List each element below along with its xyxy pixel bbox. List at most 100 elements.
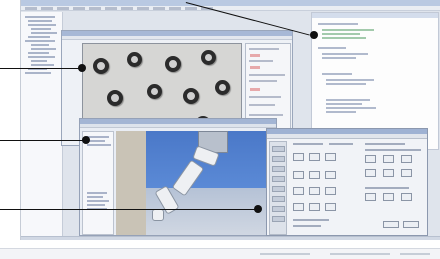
jog-button[interactable] — [325, 187, 336, 195]
code-line — [322, 57, 356, 59]
tree-item[interactable] — [31, 32, 57, 34]
tree-item[interactable] — [28, 20, 52, 22]
tree-item[interactable] — [87, 144, 111, 146]
menu-item[interactable] — [169, 7, 181, 10]
jog-button[interactable] — [365, 169, 376, 177]
jog-button[interactable] — [383, 169, 394, 177]
teach-label — [365, 143, 405, 145]
jog-button[interactable] — [365, 155, 376, 163]
robot-arm-link — [171, 159, 205, 197]
code-line — [318, 47, 346, 49]
jog-button[interactable] — [401, 155, 412, 163]
tree-item[interactable] — [87, 196, 103, 198]
mode-button[interactable] — [272, 166, 285, 172]
mode-button[interactable] — [272, 196, 285, 202]
tree-item[interactable] — [25, 16, 55, 18]
tree-item[interactable] — [87, 136, 109, 138]
cancel-button[interactable] — [403, 221, 419, 228]
jog-button[interactable] — [309, 153, 320, 161]
code-line — [326, 107, 376, 109]
tree-item[interactable] — [87, 204, 105, 206]
tree-item[interactable] — [28, 24, 56, 26]
washer-part — [127, 52, 142, 67]
menu-item[interactable] — [153, 7, 165, 10]
washer-part — [107, 90, 123, 106]
setting-indicator — [250, 54, 260, 57]
tree-item[interactable] — [28, 36, 50, 38]
callout-line-vision — [0, 68, 82, 69]
mode-button[interactable] — [272, 176, 285, 182]
code-line — [318, 23, 358, 25]
jog-button[interactable] — [383, 193, 394, 201]
mode-button[interactable] — [272, 206, 285, 212]
jog-button[interactable] — [383, 155, 394, 163]
mode-button[interactable] — [272, 216, 285, 222]
callout-line-simulation — [0, 140, 86, 141]
code-line — [326, 79, 374, 81]
jog-button[interactable] — [325, 171, 336, 179]
setting-indicator — [250, 66, 260, 69]
tree-item[interactable] — [31, 64, 54, 66]
callout-dot-icon — [82, 136, 90, 144]
setting-row — [249, 48, 279, 50]
software-screenshot — [20, 0, 440, 240]
menu-item[interactable] — [41, 7, 53, 10]
jog-button[interactable] — [309, 203, 320, 211]
jog-button[interactable] — [293, 187, 304, 195]
washer-part — [165, 56, 181, 72]
menu-item[interactable] — [25, 7, 37, 10]
menu-item[interactable] — [89, 7, 101, 10]
teach-label — [293, 143, 323, 145]
jog-button[interactable] — [293, 203, 304, 211]
robot-gripper — [152, 209, 164, 221]
setting-row — [249, 96, 281, 98]
left-tree-pane[interactable] — [21, 12, 63, 236]
next-screenshot-strip — [0, 248, 440, 259]
mode-button[interactable] — [272, 156, 285, 162]
tree-item[interactable] — [31, 60, 47, 62]
jog-button[interactable] — [293, 153, 304, 161]
teach-pendant-window[interactable] — [266, 128, 428, 236]
menu-item[interactable] — [73, 7, 85, 10]
code-line — [326, 99, 370, 101]
strip-text — [330, 253, 390, 255]
menu-item[interactable] — [185, 7, 197, 10]
code-line — [322, 73, 352, 75]
jog-button[interactable] — [401, 169, 412, 177]
tree-item[interactable] — [28, 52, 49, 54]
jog-button[interactable] — [401, 193, 412, 201]
tree-item[interactable] — [25, 40, 55, 42]
jog-button[interactable] — [325, 203, 336, 211]
washer-part — [215, 80, 230, 95]
code-line — [326, 111, 356, 113]
jog-button[interactable] — [365, 193, 376, 201]
jog-button[interactable] — [309, 171, 320, 179]
jog-button[interactable] — [325, 153, 336, 161]
menu-item[interactable] — [121, 7, 133, 10]
tree-item[interactable] — [87, 200, 109, 202]
tree-item[interactable] — [87, 192, 107, 194]
ok-button[interactable] — [383, 221, 399, 228]
teach-tabs[interactable] — [267, 134, 427, 139]
menu-item[interactable] — [137, 7, 149, 10]
vision-toolbar[interactable] — [62, 36, 292, 40]
jog-button[interactable] — [293, 171, 304, 179]
tree-item[interactable] — [28, 56, 55, 58]
simulation-side-panel[interactable] — [82, 131, 114, 235]
setting-indicator — [250, 88, 260, 91]
mode-button[interactable] — [272, 186, 285, 192]
jog-button[interactable] — [309, 187, 320, 195]
mode-button[interactable] — [272, 146, 285, 152]
strip-text — [260, 253, 310, 255]
simulation-toolbar[interactable] — [80, 124, 276, 128]
robot-simulation-window[interactable] — [79, 118, 277, 236]
tree-item[interactable] — [25, 72, 51, 74]
teach-mode-column[interactable] — [269, 141, 287, 235]
menu-item[interactable] — [57, 7, 69, 10]
tree-item[interactable] — [31, 28, 51, 30]
callout-line-teach — [0, 209, 258, 210]
tree-item[interactable] — [31, 44, 49, 46]
3d-viewport[interactable] — [116, 131, 274, 235]
menu-item[interactable] — [105, 7, 117, 10]
tree-item[interactable] — [31, 48, 56, 50]
